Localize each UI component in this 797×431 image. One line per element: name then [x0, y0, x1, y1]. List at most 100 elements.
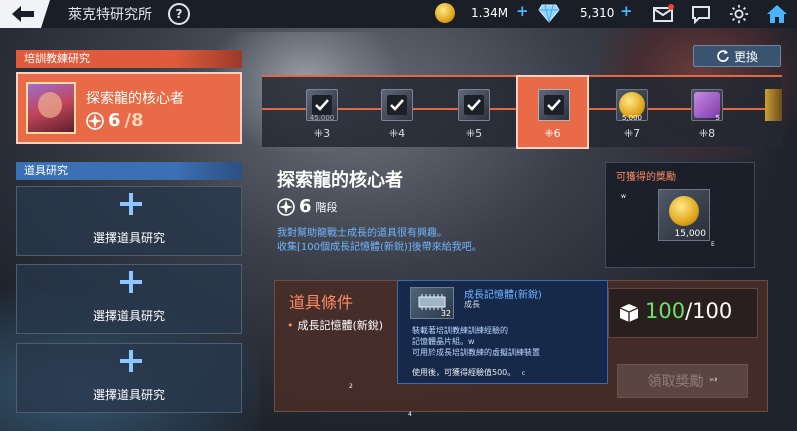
tooltip-description: 裝載著培訓教練訓練經驗的 記憶體晶片組。w 可用於成長培訓教練的虛擬訓練裝置	[412, 325, 602, 358]
slot-label: 選擇道具研究	[92, 388, 165, 402]
rewards-panel: 可獲得的獎勵 w 15,000 E	[605, 162, 755, 268]
item-need: /100	[685, 299, 733, 323]
step-label: ⁜6	[544, 127, 561, 140]
back-arrow-icon	[12, 6, 34, 22]
plus-icon	[120, 193, 142, 215]
tooltip-desc-line: 裝載著培訓教練訓練經驗的	[412, 326, 508, 335]
training-research-header: 培訓教練研究	[16, 50, 242, 68]
item-research-header: 道具研究	[16, 162, 242, 180]
step-label: ⁜3	[313, 127, 331, 140]
chat-icon[interactable]	[690, 4, 712, 24]
top-bar: 萊克特研究所 ? 1.34M + 5,310 +	[0, 0, 797, 28]
stage-number: 6	[299, 196, 312, 217]
stage-step-8[interactable]: 5 ⁜8	[687, 89, 727, 140]
gem-amount: 5,310	[580, 6, 615, 20]
research-title: 探索龍的核心者	[277, 170, 403, 191]
reward-amount: 15,000	[674, 229, 707, 239]
checkmark-icon	[544, 95, 564, 115]
home-icon[interactable]	[766, 3, 788, 25]
step-sub-value: 45,000	[309, 114, 335, 122]
completed-stage-box: 45,000	[306, 89, 338, 122]
slot-label: 選擇道具研究	[92, 309, 165, 323]
completed-stage-box	[458, 89, 490, 121]
trainer-portrait	[26, 82, 76, 134]
checkmark-icon	[464, 95, 484, 115]
step-number: 3	[323, 127, 331, 140]
step-label: ⁜5	[465, 127, 483, 140]
tooltip-desc-line: 記憶體晶片組。w	[412, 337, 475, 346]
settings-gear-icon[interactable]	[728, 4, 750, 24]
condition-item: • 成長記憶體(新銳)	[287, 317, 383, 333]
step-number: 5	[475, 127, 483, 140]
item-research-slot-1[interactable]: 選擇道具研究	[16, 186, 242, 256]
stage-step-7[interactable]: 5,000 ⁜7	[612, 89, 652, 140]
gold-coin-icon	[435, 3, 455, 23]
rewards-label: 可獲得的獎勵	[616, 172, 676, 183]
item-count: 100/100	[645, 299, 732, 323]
step-sub-value: 5,000	[621, 114, 643, 122]
tooltip-effect-text: 使用後，可獲得經驗值500。	[412, 368, 516, 377]
tooltip-item-type: 成長	[464, 300, 480, 309]
claim-reward-button[interactable]: 領取獎勵 ᵞᶜᵝ	[617, 364, 748, 398]
stage-compass-icon	[277, 197, 295, 216]
condition-item-name: 成長記憶體(新銳)	[297, 319, 384, 332]
claim-suffix: ᵞᶜᵝ	[709, 377, 718, 385]
help-icon[interactable]: ?	[168, 3, 190, 25]
memory-chip-thumbnail: 32	[410, 287, 454, 319]
stage-step-4[interactable]: ⁜4	[377, 89, 417, 140]
marker-text: 4	[408, 411, 412, 418]
add-gem-button[interactable]: +	[620, 2, 633, 20]
refresh-label: 更換	[733, 49, 758, 64]
stage-suffix: 階段	[315, 200, 338, 214]
stage-step-5[interactable]: ⁜5	[454, 89, 494, 140]
stage-step-3[interactable]: 45,000 ⁜3	[302, 89, 342, 140]
step-number: 7	[633, 127, 641, 140]
gold-coin-icon	[669, 196, 699, 226]
step-number: 4	[398, 127, 406, 140]
research-stage: 6 階段	[277, 196, 338, 217]
tooltip-effect-mark: c	[521, 370, 526, 377]
tooltip-desc-line: 可用於成長培訓教練的虛擬訓練裝置	[412, 348, 540, 357]
plus-icon	[120, 350, 142, 372]
slot-label: 選擇道具研究	[92, 231, 165, 245]
description-line: 我對幫助龍戰士成長的道具很有興趣。	[277, 228, 447, 239]
step-label: ⁜8	[698, 127, 716, 140]
mail-icon[interactable]	[652, 4, 674, 24]
page-title: 萊克特研究所	[68, 7, 152, 23]
step-label: ⁜4	[388, 127, 406, 140]
gold-amount: 1.34M	[471, 6, 509, 20]
training-card-title: 探索龍的核心者	[86, 91, 184, 107]
reward-item[interactable]: 15,000	[658, 189, 710, 241]
checkmark-icon	[387, 95, 407, 115]
training-level-value: 6	[108, 110, 121, 131]
description-line: 收集[100個成長記憶體(新銳)]後帶來給我吧。	[277, 242, 482, 253]
refresh-icon	[717, 50, 729, 62]
tooltip-effect: 使用後，可獲得經驗值500。 c	[412, 367, 525, 378]
step-number: 6	[553, 127, 561, 140]
reward-stage-box: 5	[691, 89, 723, 122]
stage-step-6-selected[interactable]: ⁜6	[516, 75, 589, 149]
reward-note: w	[621, 193, 626, 200]
back-button[interactable]	[0, 0, 50, 28]
bullet: •	[287, 319, 294, 332]
stage-compass-icon	[86, 111, 104, 130]
reward-stage-box: 5,000	[616, 89, 648, 122]
completed-stage-box	[381, 89, 413, 121]
conditions-title: 道具條件	[289, 293, 354, 312]
plus-icon	[120, 271, 142, 293]
training-card-level: 6 /8	[86, 110, 144, 131]
current-stage-box	[538, 89, 570, 121]
diamond-icon	[538, 4, 560, 23]
checkmark-icon	[312, 95, 332, 115]
item-research-slot-2[interactable]: 選擇道具研究	[16, 264, 242, 334]
cube-icon	[619, 304, 639, 322]
item-research-slot-3[interactable]: 選擇道具研究	[16, 343, 242, 413]
step-sub-value: 5	[715, 114, 720, 122]
item-tooltip: 32 成長記憶體(新銳) 成長 裝載著培訓教練訓練經驗的 記憶體晶片組。w 可用…	[397, 280, 608, 384]
next-stage-peek	[765, 89, 782, 121]
training-research-card[interactable]: 探索龍的核心者 6 /8	[16, 72, 242, 144]
add-gold-button[interactable]: +	[516, 2, 529, 20]
tooltip-qty: 32	[440, 309, 451, 318]
refresh-button[interactable]: 更換	[693, 45, 781, 67]
training-level-max: /8	[124, 110, 144, 131]
